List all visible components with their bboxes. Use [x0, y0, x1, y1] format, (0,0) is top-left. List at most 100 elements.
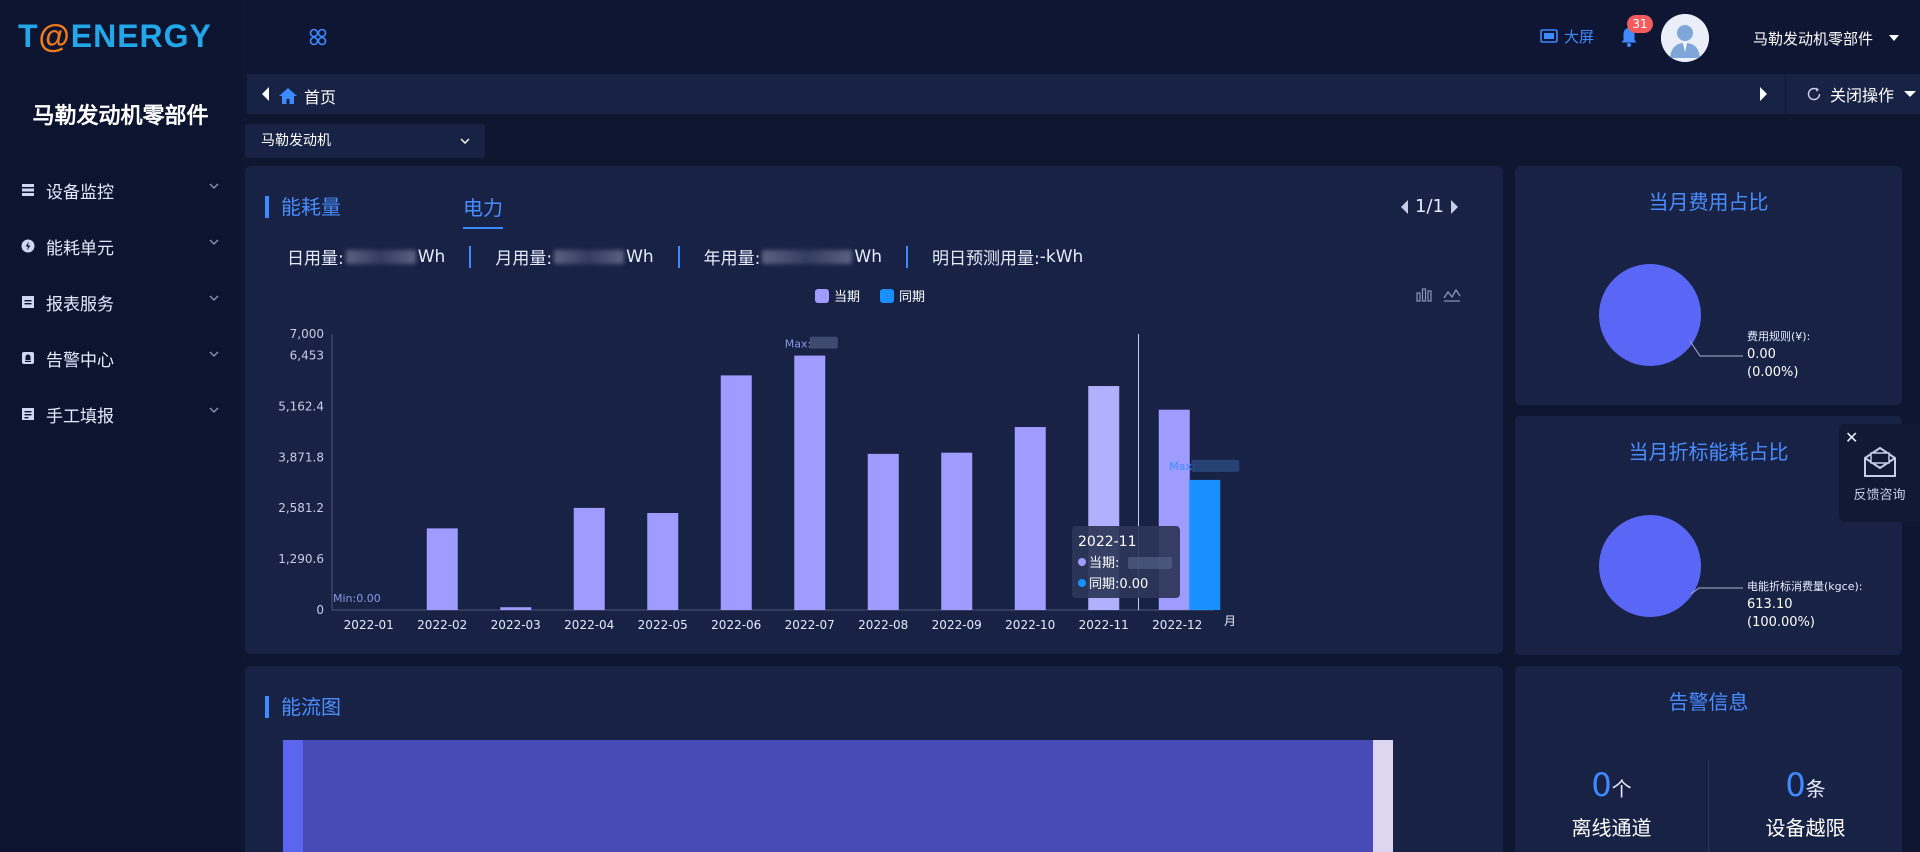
- chevron-down-icon: [209, 407, 219, 413]
- home-icon: [279, 88, 297, 104]
- limit-label: 设备越限: [1765, 816, 1846, 840]
- bar-current[interactable]: [426, 528, 458, 610]
- pie-slice[interactable]: [1599, 264, 1701, 366]
- x-tick-label: 2022-02: [417, 618, 467, 632]
- caret-down-icon: [1904, 91, 1916, 97]
- bigscreen-label: 大屏: [1564, 28, 1595, 46]
- feedback-widget[interactable]: ✕ 反馈咨询: [1839, 424, 1920, 522]
- pie-label: 电能折标消费量(kgce): 613.10 (100.00%): [1747, 578, 1862, 632]
- apps-icon[interactable]: [309, 28, 327, 46]
- sidebar-item-report[interactable]: 报表服务: [0, 274, 241, 330]
- x-tick-label: 2022-07: [785, 618, 835, 632]
- blurred-value: [809, 336, 838, 349]
- sidebar-item-manual-entry[interactable]: 手工填报: [0, 386, 241, 442]
- plant-selector-value: 马勒发动机: [261, 133, 331, 149]
- device-over-limit[interactable]: 0条 设备越限: [1709, 766, 1902, 841]
- offline-count: 0: [1591, 766, 1612, 804]
- brand-logo[interactable]: T@ENERGY: [18, 18, 212, 58]
- x-tick-label: 2022-12: [1152, 618, 1202, 632]
- pie-label-value: 0.00: [1747, 347, 1776, 362]
- device-monitor-icon: [20, 182, 36, 198]
- close-operations-button[interactable]: 关闭操作: [1785, 74, 1920, 114]
- panel-title: 能流图: [265, 696, 341, 718]
- close-icon[interactable]: ✕: [1845, 428, 1858, 447]
- tab-home[interactable]: 首页: [278, 84, 336, 108]
- tab-home-label: 首页: [304, 88, 337, 107]
- sankey-target-node[interactable]: [1373, 740, 1393, 852]
- sidebar-item-device-monitor[interactable]: 设备监控: [0, 162, 241, 218]
- y-tick-label: 5,162.4: [278, 399, 324, 413]
- x-tick-label: 2022-11: [1079, 618, 1129, 632]
- alarm-icon: [20, 350, 36, 366]
- mail-icon: [1864, 446, 1896, 477]
- monthly-cost-share-panel: 当月费用占比 费用规则(¥): 0.00 (0.00%): [1515, 166, 1902, 405]
- tab-scroll-right-icon[interactable]: [1759, 86, 1769, 102]
- tooltip-dot-current: [1078, 558, 1086, 566]
- sidebar: T@ENERGY 马勒发动机零部件 设备监控 能耗单元 报表服务 告警中心 手工…: [0, 0, 241, 852]
- alarm-info-panel: 告警信息 0个 离线通道 0条 设备越限: [1515, 666, 1902, 852]
- pie-label-name: 费用规则(¥):: [1747, 330, 1811, 343]
- user-name[interactable]: 马勒发动机零部件: [1753, 28, 1873, 49]
- manual-entry-icon: [20, 406, 36, 422]
- bar-current[interactable]: [720, 375, 752, 610]
- pie-leader-line: [1689, 340, 1743, 357]
- sidebar-item-label: 手工填报: [46, 406, 114, 427]
- sidebar-item-label: 报表服务: [46, 294, 114, 315]
- energy-flow-panel: 能流图: [245, 666, 1503, 852]
- bar-current[interactable]: [1014, 427, 1046, 610]
- company-name: 马勒发动机零部件: [32, 104, 209, 129]
- bar-current[interactable]: [941, 452, 973, 610]
- plant-selector[interactable]: 马勒发动机: [245, 124, 485, 158]
- offline-unit: 个: [1611, 777, 1632, 801]
- breadcrumb: 首页 关闭操作: [247, 74, 1920, 114]
- monitor-icon: [1540, 28, 1558, 43]
- chevron-down-icon: [460, 138, 470, 144]
- bar-current[interactable]: [794, 355, 826, 610]
- bar-current[interactable]: [647, 513, 679, 610]
- cost-pie-chart: [1599, 264, 1743, 366]
- pie-label-name: 电能折标消费量(kgce):: [1747, 580, 1863, 593]
- tooltip-last: 同期:0.00: [1089, 577, 1148, 592]
- y-tick-label: 7,000: [290, 327, 324, 341]
- y-tick-label: 6,453: [290, 349, 324, 363]
- pie-leader-line: [1690, 587, 1743, 595]
- y-tick-label: 3,871.8: [278, 450, 324, 464]
- sidebar-menu: 设备监控 能耗单元 报表服务 告警中心 手工填报: [0, 162, 241, 442]
- chevron-down-icon: [209, 239, 219, 245]
- pie-slice[interactable]: [1599, 515, 1701, 617]
- chevron-down-icon: [209, 351, 219, 357]
- avatar[interactable]: [1661, 14, 1709, 62]
- sidebar-item-alarm-center[interactable]: 告警中心: [0, 330, 241, 386]
- report-icon: [20, 294, 36, 310]
- bigscreen-button[interactable]: 大屏: [1540, 26, 1594, 47]
- energy-unit-icon: [20, 238, 36, 254]
- notification-badge: 31: [1627, 15, 1653, 33]
- bar-current[interactable]: [573, 507, 605, 610]
- sankey-canvas[interactable]: [283, 740, 1393, 852]
- offline-channels[interactable]: 0个 离线通道: [1515, 766, 1708, 841]
- pie-label-percent: (0.00%): [1747, 365, 1799, 380]
- limit-count: 0: [1785, 766, 1806, 804]
- x-tick-label: 2022-06: [711, 618, 761, 632]
- y-tick-label: 0: [316, 603, 324, 617]
- refresh-icon: [1807, 87, 1821, 101]
- caret-down-icon[interactable]: [1888, 33, 1900, 43]
- bar-current[interactable]: [500, 607, 532, 610]
- sankey-source-node[interactable]: [283, 740, 303, 852]
- min-annotation: Min:0.00: [333, 592, 381, 605]
- tab-scroll-left-icon[interactable]: [260, 86, 270, 102]
- x-tick-label: 2022-04: [564, 618, 614, 632]
- x-tick-label: 2022-08: [858, 618, 908, 632]
- x-tick-label: 2022-09: [932, 618, 982, 632]
- y-tick-label: 2,581.2: [278, 501, 324, 515]
- x-tick-label: 2022-10: [1005, 618, 1055, 632]
- panel-title: 告警信息: [1668, 690, 1749, 714]
- bar-last[interactable]: [1189, 479, 1221, 610]
- energy-bar-chart: 0 1,290.6 2,581.2 3,871.8 5,162.4 6,453 7,000 2…: [278, 327, 1240, 632]
- top-header: 大屏 31 马勒发动机零部件: [241, 0, 1920, 74]
- sidebar-item-energy-unit[interactable]: 能耗单元: [0, 218, 241, 274]
- bar-current[interactable]: [867, 453, 899, 610]
- x-tick-label: 2022-03: [491, 618, 541, 632]
- sidebar-item-label: 设备监控: [46, 182, 114, 203]
- blurred-value: [1191, 459, 1240, 472]
